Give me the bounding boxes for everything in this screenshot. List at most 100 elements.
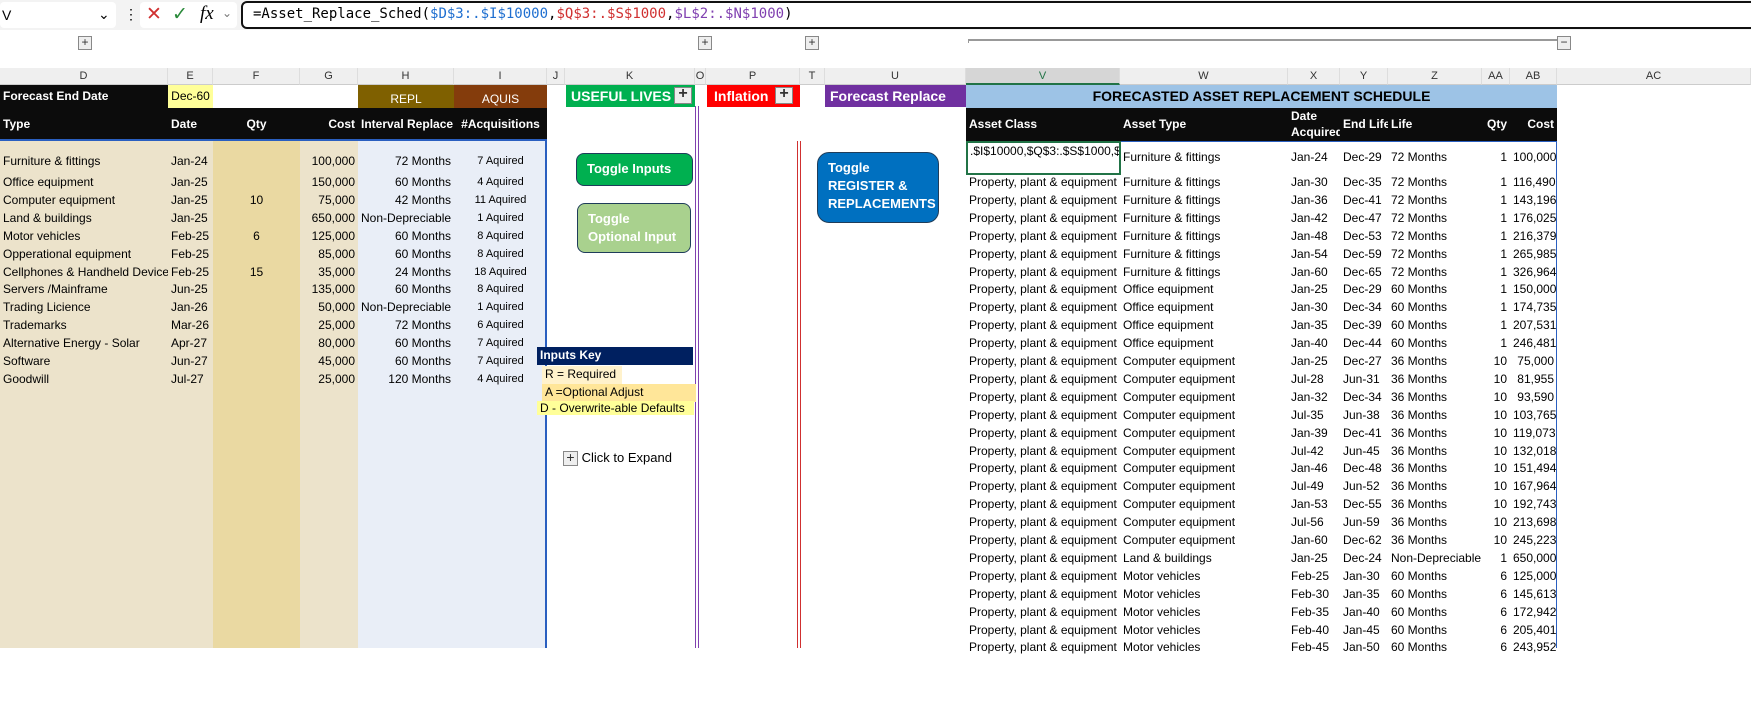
cell[interactable]: 72 Months (1388, 192, 1482, 210)
cell[interactable]: 93,590 (1510, 389, 1557, 407)
cell[interactable]: 60 Months (1388, 568, 1482, 586)
cell[interactable]: Jan-30 (1340, 568, 1388, 586)
cell[interactable]: Jan-46 (1288, 460, 1340, 478)
cell[interactable]: Property, plant & equipment (966, 299, 1120, 317)
cell[interactable]: Property, plant & equipment (966, 246, 1120, 264)
cell[interactable]: 6 (1482, 586, 1510, 604)
cell[interactable]: 7 Aquired (454, 335, 547, 353)
cell[interactable]: 36 Months (1388, 443, 1482, 461)
cell[interactable]: Property, plant & equipment (966, 264, 1120, 282)
cell[interactable]: Jan-30 (1288, 174, 1340, 192)
cell[interactable]: Dec-55 (1340, 496, 1388, 514)
cell[interactable]: Non-Depreciable (1388, 550, 1482, 568)
cell[interactable]: Office equipment (1120, 317, 1288, 335)
cell[interactable]: Jan-35 (1288, 317, 1340, 335)
cell[interactable]: Property, plant & equipment (966, 210, 1120, 228)
cell[interactable]: 1 (1482, 192, 1510, 210)
cell[interactable]: Computer equipment (1120, 389, 1288, 407)
cell[interactable]: Jan-60 (1288, 264, 1340, 282)
cell[interactable]: Feb-40 (1288, 622, 1340, 640)
cell[interactable]: Jul-27 (168, 371, 213, 389)
cell[interactable]: Cellphones & Handheld Devices (0, 264, 168, 282)
cell[interactable]: 50,000 (300, 299, 358, 317)
forecast-end-input[interactable]: Dec-60 (168, 85, 213, 108)
cell[interactable]: 8 Aquired (454, 228, 547, 246)
cell[interactable]: 10 (1482, 478, 1510, 496)
column-header[interactable]: O (695, 68, 706, 85)
cell[interactable]: 10 (1482, 353, 1510, 371)
cell[interactable]: Dec-62 (1340, 532, 1388, 550)
cell[interactable]: 10 (1482, 496, 1510, 514)
cell[interactable]: 36 Months (1388, 460, 1482, 478)
insert-function-icon[interactable]: fx (200, 3, 214, 25)
cell[interactable]: 36 Months (1388, 371, 1482, 389)
cell[interactable]: Land & buildings (1120, 550, 1288, 568)
cell[interactable]: Jun-59 (1340, 514, 1388, 532)
cell[interactable]: 103,765 (1510, 407, 1557, 425)
cell[interactable]: 116,490 (1510, 174, 1557, 192)
column-header[interactable]: AA (1482, 68, 1510, 85)
cell[interactable]: 10 (1482, 514, 1510, 532)
cell[interactable]: Office equipment (1120, 335, 1288, 353)
column-header[interactable]: F (213, 68, 300, 85)
click-to-expand[interactable]: + Click to Expand (563, 450, 672, 466)
cell[interactable]: Jul-35 (1288, 407, 1340, 425)
cell[interactable]: Jan-25 (1288, 281, 1340, 299)
cell[interactable]: Jan-60 (1288, 532, 1340, 550)
cell[interactable]: Jan-42 (1288, 210, 1340, 228)
cell[interactable]: Property, plant & equipment (966, 174, 1120, 192)
cell[interactable]: Furniture & fittings (1120, 174, 1288, 192)
cell[interactable]: Dec-53 (1340, 228, 1388, 246)
cell[interactable]: Computer equipment (1120, 514, 1288, 532)
cell[interactable]: 35,000 (300, 264, 358, 282)
cell[interactable]: Dec-35 (1340, 174, 1388, 192)
cell[interactable]: 10 (1482, 425, 1510, 443)
cell[interactable]: Jan-53 (1288, 496, 1340, 514)
cell[interactable]: 60 Months (358, 246, 454, 264)
cell[interactable]: 60 Months (358, 335, 454, 353)
cell[interactable]: Computer equipment (1120, 460, 1288, 478)
cell[interactable]: Computer equipment (1120, 532, 1288, 550)
column-header[interactable]: Z (1388, 68, 1482, 85)
cell[interactable]: 1 (1482, 281, 1510, 299)
cell[interactable]: 60 Months (358, 228, 454, 246)
cell[interactable]: Property, plant & equipment (966, 622, 1120, 640)
cell[interactable]: 8 Aquired (454, 246, 547, 264)
cell[interactable]: 205,401 (1510, 622, 1557, 640)
column-header[interactable]: V (966, 68, 1120, 85)
cell[interactable]: 72 Months (1388, 264, 1482, 282)
cell[interactable]: Feb-25 (1288, 568, 1340, 586)
cell[interactable]: Property, plant & equipment (966, 192, 1120, 210)
column-header[interactable]: AB (1510, 68, 1557, 85)
cell[interactable]: Jan-40 (1288, 335, 1340, 353)
cancel-icon[interactable]: ✕ (146, 3, 162, 26)
cell[interactable]: Trademarks (0, 317, 168, 335)
cell[interactable]: 15 (213, 264, 300, 282)
cell[interactable]: Dec-41 (1340, 192, 1388, 210)
cell[interactable]: Motor vehicles (1120, 604, 1288, 622)
cell[interactable]: Furniture & fittings (0, 153, 168, 171)
cell[interactable]: Computer equipment (1120, 353, 1288, 371)
cell[interactable]: 72 Months (1388, 174, 1482, 192)
cell[interactable]: Apr-27 (168, 335, 213, 353)
cell[interactable]: Property, plant & equipment (966, 496, 1120, 514)
cell[interactable]: 1 (1482, 264, 1510, 282)
cell[interactable]: Property, plant & equipment (966, 389, 1120, 407)
cell[interactable]: 150,000 (300, 174, 358, 192)
cell[interactable]: 326,964 (1510, 264, 1557, 282)
cell[interactable]: 45,000 (300, 353, 358, 371)
cell[interactable]: 650,000 (1510, 550, 1557, 568)
cell[interactable]: Jun-45 (1340, 443, 1388, 461)
cell[interactable]: Furniture & fittings (1120, 228, 1288, 246)
cell[interactable]: 150,000 (1510, 281, 1557, 299)
cell[interactable]: 60 Months (1388, 281, 1482, 299)
cell[interactable]: 72 Months (1388, 228, 1482, 246)
cell[interactable]: Jan-26 (168, 299, 213, 317)
column-header[interactable]: W (1120, 68, 1288, 85)
cell[interactable]: Property, plant & equipment (966, 586, 1120, 604)
cell[interactable]: Dec-48 (1340, 460, 1388, 478)
cell[interactable]: 72 Months (1388, 149, 1482, 167)
cell[interactable]: 75,000 (300, 192, 358, 210)
cell[interactable]: Computer equipment (1120, 425, 1288, 443)
cell[interactable]: Jun-31 (1340, 371, 1388, 389)
